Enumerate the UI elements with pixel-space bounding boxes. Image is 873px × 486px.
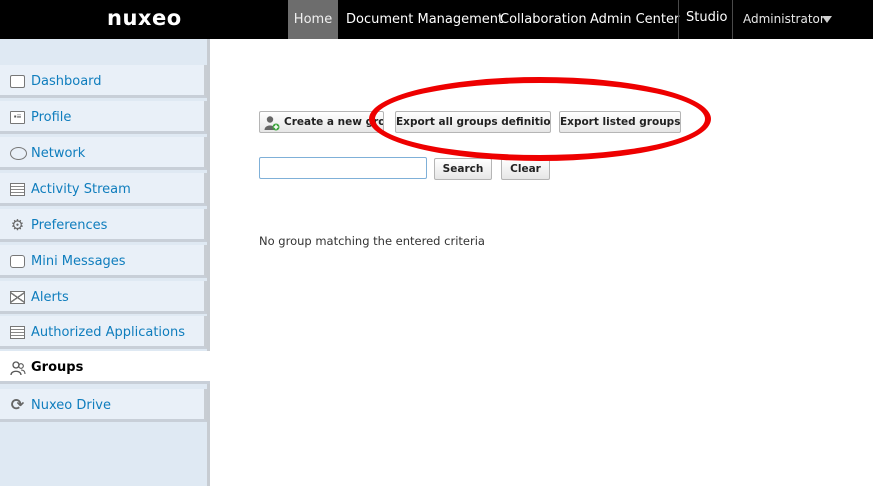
add-user-icon	[264, 115, 280, 131]
create-group-button[interactable]: Create a new group	[259, 111, 384, 133]
list-icon	[10, 326, 25, 339]
nav-collaboration[interactable]: Collaboration	[500, 0, 587, 39]
sidebar-item-activity-stream[interactable]: Activity Stream	[0, 173, 207, 206]
speech-bubble-icon	[10, 255, 25, 268]
sidebar-item-groups[interactable]: Groups	[0, 351, 210, 384]
sidebar-item-profile[interactable]: ▪≡ Profile	[0, 101, 207, 134]
sidebar-item-label: Nuxeo Drive	[31, 398, 111, 413]
sidebar-item-mini-messages[interactable]: Mini Messages	[0, 245, 207, 278]
network-rings-icon	[10, 147, 27, 160]
red-highlight-circle	[369, 77, 711, 161]
search-button[interactable]: Search	[434, 158, 492, 180]
sidebar-item-label: Network	[31, 146, 86, 161]
envelope-icon	[10, 291, 25, 304]
sidebar-item-label: Activity Stream	[31, 182, 131, 197]
sidebar-item-label: Preferences	[31, 218, 108, 233]
sync-icon: ⟳	[10, 397, 25, 414]
empty-result-message: No group matching the entered criteria	[259, 234, 485, 248]
sidebar-item-label: Authorized Applications	[31, 325, 185, 340]
gear-icon: ⚙	[10, 217, 25, 234]
sidebar-item-label: Mini Messages	[31, 254, 126, 269]
activity-stream-icon	[10, 183, 25, 196]
sidebar: Dashboard ▪≡ Profile Network Activity St…	[0, 39, 210, 486]
sidebar-item-nuxeo-drive[interactable]: ⟳ Nuxeo Drive	[0, 389, 207, 422]
nav-separator	[678, 0, 679, 39]
chevron-down-icon[interactable]	[822, 16, 832, 23]
sidebar-item-label: Profile	[31, 110, 72, 125]
dashboard-icon	[10, 75, 25, 88]
top-bar: nuxeo Home Document Management Collabora…	[0, 0, 873, 39]
sidebar-item-dashboard[interactable]: Dashboard	[0, 65, 207, 98]
sidebar-item-authorized-applications[interactable]: Authorized Applications	[0, 316, 207, 349]
sidebar-item-alerts[interactable]: Alerts	[0, 281, 207, 314]
profile-card-icon: ▪≡	[10, 111, 25, 124]
nav-separator	[732, 0, 733, 39]
nuxeo-logo[interactable]: nuxeo	[107, 6, 182, 30]
sidebar-item-preferences[interactable]: ⚙ Preferences	[0, 209, 207, 242]
nav-document-management[interactable]: Document Management	[346, 0, 503, 39]
nav-studio[interactable]: Studio	[686, 0, 727, 37]
sidebar-item-label: Dashboard	[31, 74, 102, 89]
group-search-input[interactable]	[259, 157, 427, 179]
clear-button[interactable]: Clear	[501, 158, 550, 180]
group-users-icon	[10, 361, 26, 376]
sidebar-item-label: Groups	[31, 360, 84, 375]
sidebar-item-label: Alerts	[31, 290, 69, 305]
sidebar-item-network[interactable]: Network	[0, 137, 207, 170]
user-menu[interactable]: Administrator	[743, 0, 825, 39]
nav-home[interactable]: Home	[288, 0, 338, 39]
nav-admin-center[interactable]: Admin Center	[590, 0, 679, 39]
